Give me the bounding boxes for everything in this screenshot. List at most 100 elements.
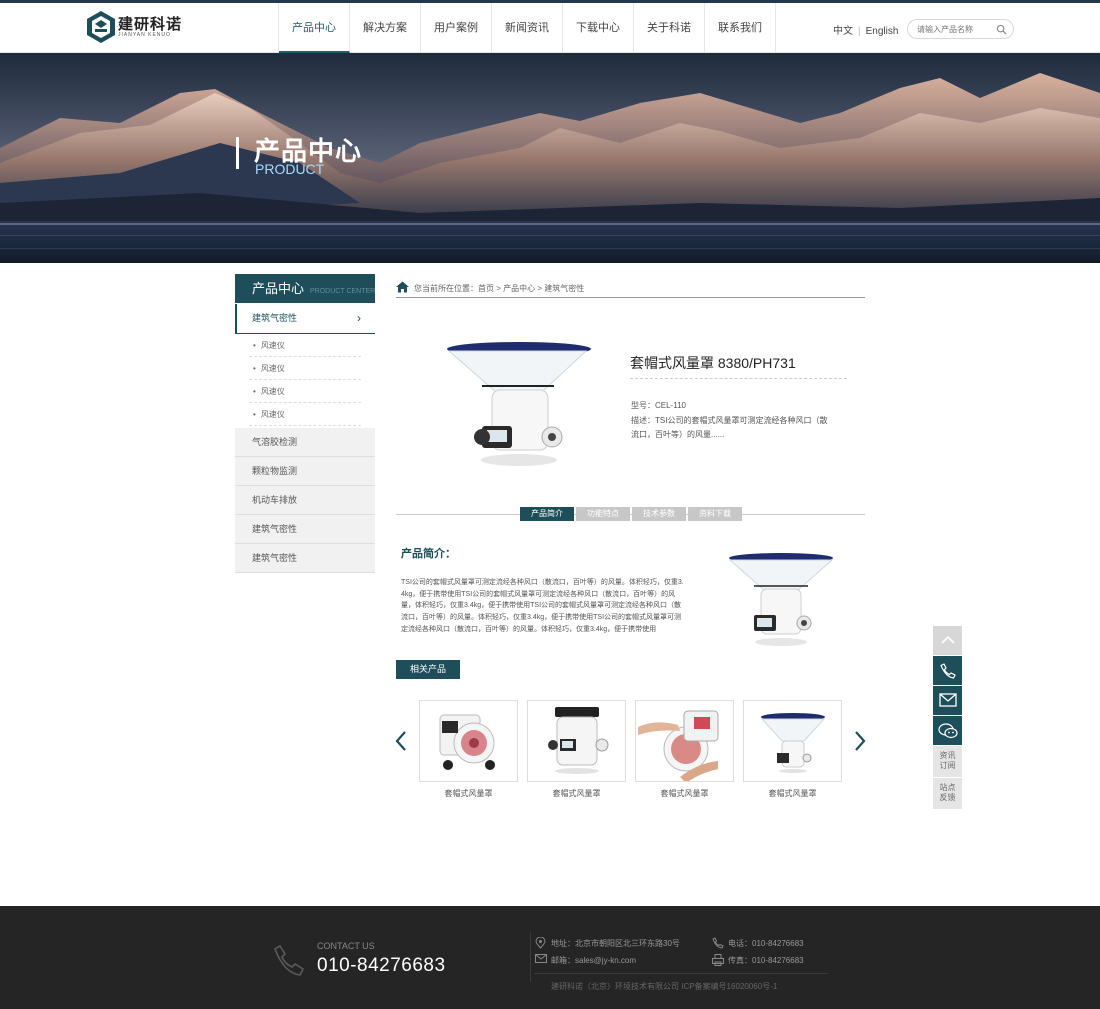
sidebar-active-label: 建筑气密性 <box>252 313 298 323</box>
nav-products[interactable]: 产品中心 <box>279 3 350 53</box>
site-feedback-line2: 反馈 <box>939 793 956 802</box>
fax-icon <box>712 954 724 966</box>
sub-item-label: 风速仪 <box>260 341 285 350</box>
sidebar-sub-item[interactable]: • 风速仪 <box>249 357 361 380</box>
intro-text: TSI公司的套帽式风量罩可测定流经各种风口（散流口，百叶等）的风量。体积轻巧，仅… <box>401 579 684 633</box>
mail-icon <box>938 693 957 707</box>
related-product-image <box>635 700 734 782</box>
related-product-image <box>527 700 626 782</box>
site-footer: CONTACT US 010-84276683 地址：北京市朝阳区北三环东路30… <box>0 906 1100 1009</box>
logo-subtext: JIANYAN KENUO <box>118 32 171 38</box>
lang-separator: | <box>858 26 861 37</box>
phone-icon <box>712 937 724 949</box>
breadcrumb-home[interactable]: 首页 <box>478 284 494 293</box>
sub-item-label: 风速仪 <box>260 387 285 396</box>
lang-english[interactable]: English <box>866 26 899 37</box>
related-product-label: 套帽式风量罩 <box>444 789 493 798</box>
chevron-right-icon: › <box>357 311 361 325</box>
nav-news[interactable]: 新闻资讯 <box>492 3 563 53</box>
sidebar-categories: 气溶胶检测 颗粒物监测 机动车排放 建筑气密性 建筑气密性 <box>235 428 375 573</box>
site-feedback-button[interactable]: 站点 反馈 <box>933 778 962 809</box>
footer-address-text: 地址：北京市朝阳区北三环东路30号 <box>551 939 680 948</box>
search-input[interactable] <box>917 23 997 35</box>
main-nav: 产品中心 解决方案 用户案例 新闻资讯 下载中心 关于科诺 联系我们 <box>278 3 776 53</box>
product-tabs: 产品简介 功能特点 技术参数 资料下载 <box>520 507 744 521</box>
product-title-divider <box>630 378 847 379</box>
footer-copyright: 建研科诺（北京）环境技术有限公司 ICP备案编号16020060号-1 <box>551 982 778 991</box>
wechat-icon <box>937 723 958 739</box>
news-subscribe-line1: 资讯 <box>939 751 956 760</box>
news-subscribe-line2: 订阅 <box>939 761 956 770</box>
news-subscribe-button[interactable]: 资讯 订阅 <box>933 746 962 777</box>
carousel-prev-icon[interactable] <box>394 730 408 752</box>
chevron-up-icon <box>940 635 955 644</box>
breadcrumb-products[interactable]: 产品中心 <box>503 284 535 293</box>
tab-features[interactable]: 功能特点 <box>576 507 630 521</box>
tab-intro[interactable]: 产品简介 <box>520 507 574 521</box>
footer-contact-label: CONTACT US <box>317 941 375 951</box>
back-to-top-button[interactable] <box>933 626 962 655</box>
footer-hline <box>534 973 828 974</box>
banner-subtitle: PRODUCT <box>255 161 325 177</box>
logo-text: 建研科诺 <box>118 16 183 33</box>
related-product-card[interactable]: 套帽式风量罩 <box>743 700 842 799</box>
bullet-icon: • <box>253 410 256 419</box>
related-product-card[interactable]: 套帽式风量罩 <box>635 700 734 799</box>
related-product-card[interactable]: 套帽式风量罩 <box>527 700 626 799</box>
sidebar-item-airtightness[interactable]: 建筑气密性 <box>235 515 375 544</box>
breadcrumb-current[interactable]: 建筑气密性 <box>544 284 584 293</box>
breadcrumb-sep: > <box>496 284 501 293</box>
logo[interactable]: 建研科诺 JIANYAN KENUO <box>86 10 181 46</box>
product-image <box>447 342 591 466</box>
intro-product-image <box>728 553 834 646</box>
banner-title-bar <box>236 137 239 169</box>
sidebar-item-vehicle-emission[interactable]: 机动车排放 <box>235 486 375 515</box>
nav-cases[interactable]: 用户案例 <box>421 3 492 53</box>
bullet-icon: • <box>253 387 256 396</box>
wechat-button[interactable] <box>933 716 962 745</box>
sidebar-header-en: PRODUCT CENTER <box>310 288 376 295</box>
breadcrumb-sep: > <box>537 284 543 293</box>
search-box <box>907 19 1014 39</box>
sidebar-sub-item[interactable]: • 风速仪 <box>249 334 361 357</box>
footer-fax-text: 传真：010-84276683 <box>728 956 804 965</box>
sidebar-sub-item[interactable]: • 风速仪 <box>249 403 361 426</box>
sidebar-item-aerosol[interactable]: 气溶胶检测 <box>235 428 375 457</box>
sidebar-item-active[interactable]: 建筑气密性 › <box>235 304 375 334</box>
footer-contact-number: 010-84276683 <box>317 955 446 976</box>
phone-button[interactable] <box>933 656 962 685</box>
sub-item-label: 风速仪 <box>260 410 285 419</box>
mail-icon <box>535 954 547 963</box>
footer-email-text[interactable]: 邮箱：sales@jy-kn.com <box>551 956 636 965</box>
related-products-title: 相关产品 <box>396 660 460 679</box>
sidebar-header: 产品中心 PRODUCT CENTER <box>235 274 375 303</box>
sidebar-item-airtightness-2[interactable]: 建筑气密性 <box>235 544 375 573</box>
sidebar-sub-item[interactable]: • 风速仪 <box>249 380 361 403</box>
tab-downloads[interactable]: 资料下载 <box>688 507 742 521</box>
breadcrumb: 您当前所在位置：首页 > 产品中心 > 建筑气密性 <box>396 281 865 298</box>
product-title: 套帽式风量罩 8380/PH731 <box>630 355 796 371</box>
nav-contact[interactable]: 联系我们 <box>705 3 776 53</box>
home-icon <box>396 281 409 293</box>
sidebar-sub-list: • 风速仪 • 风速仪 • 风速仪 • 风速仪 <box>235 334 361 426</box>
nav-downloads[interactable]: 下载中心 <box>563 3 634 53</box>
email-button[interactable] <box>933 686 962 715</box>
language-switch: 中文 | English <box>833 22 898 37</box>
product-description: 描述：TSI公司的套帽式风量罩可测定流经各种风口（散流口，百叶等）的风量....… <box>631 416 828 439</box>
lang-chinese[interactable]: 中文 <box>833 26 853 37</box>
related-product-image <box>419 700 518 782</box>
nav-solutions[interactable]: 解决方案 <box>350 3 421 53</box>
related-product-card[interactable]: 套帽式风量罩 <box>419 700 518 799</box>
search-icon[interactable] <box>996 24 1007 35</box>
related-product-label: 套帽式风量罩 <box>660 789 709 798</box>
nav-about[interactable]: 关于科诺 <box>634 3 705 53</box>
breadcrumb-label: 您当前所在位置： <box>414 284 478 293</box>
footer-phone-text: 电话：010-84276683 <box>728 939 804 948</box>
sidebar-item-particulate[interactable]: 颗粒物监测 <box>235 457 375 486</box>
footer-phone: 电话：010-84276683 <box>712 937 804 949</box>
category-sidebar: 产品中心 PRODUCT CENTER 建筑气密性 › • 风速仪 • 风速仪 • 风速… <box>235 274 375 573</box>
tab-specs[interactable]: 技术参数 <box>632 507 686 521</box>
footer-fax: 传真：010-84276683 <box>712 954 804 966</box>
location-icon <box>535 937 546 949</box>
carousel-next-icon[interactable] <box>853 730 867 752</box>
